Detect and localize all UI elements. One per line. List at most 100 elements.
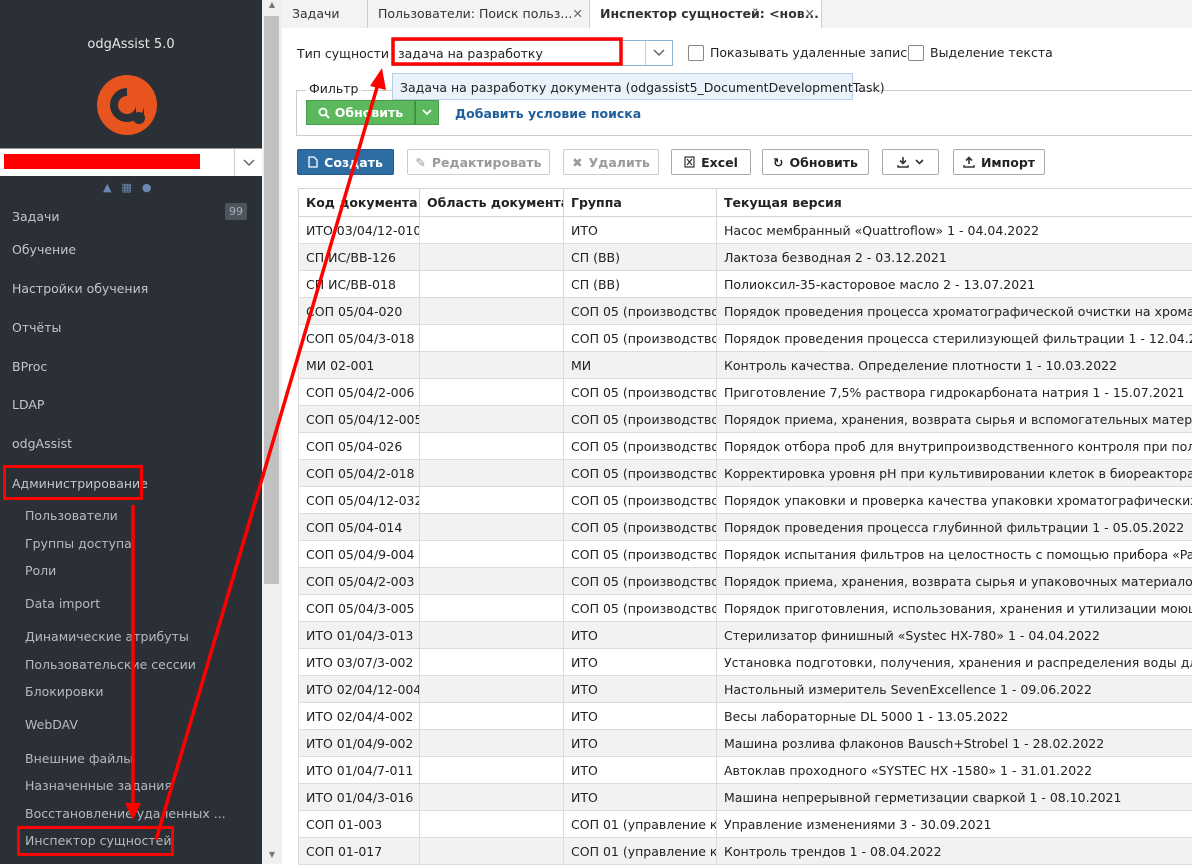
entity-type-label: Тип сущности: [297, 46, 389, 61]
sidebar-subitem-dynamic-attributes[interactable]: Динамические атрибуты: [25, 629, 189, 644]
sidebar-subitem-webdav[interactable]: WebDAV: [25, 717, 78, 732]
tab-entity-inspector[interactable]: Инспектор сущностей: <нов... ✕: [590, 0, 822, 29]
column-header[interactable]: Область документа: [420, 189, 564, 217]
sidebar-subitem-users[interactable]: Пользователи: [25, 508, 118, 523]
table-cell: СОП 05 (производство): [564, 325, 717, 352]
edit-button[interactable]: ✎ Редактировать: [407, 149, 550, 175]
table-row[interactable]: СОП 01-003СОП 01 (управление качУправлен…: [299, 811, 1192, 838]
column-header[interactable]: Код документа: [299, 189, 420, 217]
tab-tasks[interactable]: Задачи: [282, 0, 368, 28]
table-row[interactable]: ИТО 01/04/9-002ИТОМашина розлива флаконо…: [299, 730, 1192, 757]
table-row[interactable]: ИТО 02/04/4-002ИТОВесы лабораторные DL 5…: [299, 703, 1192, 730]
table-row[interactable]: СОП 05/04/2-003СОП 05 (производство)Поря…: [299, 568, 1192, 595]
sidebar-item-reports[interactable]: Отчёты: [12, 320, 61, 335]
import-button[interactable]: Импорт: [953, 149, 1045, 175]
table-row[interactable]: СОП 05/04/12-005СОП 05 (производство)Пор…: [299, 406, 1192, 433]
table-cell: ИТО 01/04/7-011: [299, 757, 420, 784]
warning-icon[interactable]: ▲: [103, 181, 111, 194]
sidebar-subitem-scheduled-tasks[interactable]: Назначенные задания: [25, 778, 172, 793]
table-cell: ИТО: [564, 217, 717, 244]
scroll-down-icon[interactable]: ▼: [262, 850, 282, 864]
user-select[interactable]: [0, 148, 262, 176]
table-cell: СОП 05/04/3-018: [299, 325, 420, 352]
table-cell: Порядок приема, хранения, возврата сырья…: [717, 568, 1192, 595]
table-row[interactable]: ИТО 01/04/7-011ИТОАвтоклав проходного «S…: [299, 757, 1192, 784]
filter-refresh-button[interactable]: Обновить: [306, 100, 415, 125]
scrollbar-thumb[interactable]: [264, 16, 279, 584]
sidebar-subitem-access-groups[interactable]: Группы доступа: [25, 536, 132, 551]
close-icon[interactable]: ✕: [805, 0, 815, 28]
table-cell: Весы лабораторные DL 5000 1 - 13.05.2022: [717, 703, 1192, 730]
table-cell: Автоклав проходного «SYSTEC HX -1580» 1 …: [717, 757, 1192, 784]
table-cell: [420, 595, 564, 622]
sidebar-item-training[interactable]: Обучение: [12, 242, 76, 257]
show-deleted-checkbox[interactable]: [688, 45, 704, 61]
excel-button[interactable]: Excel: [671, 149, 751, 175]
table-row[interactable]: МИ 02-001МИКонтроль качества. Определени…: [299, 352, 1192, 379]
user-icon[interactable]: ●: [142, 181, 152, 194]
table-row[interactable]: СОП 05/04/3-018 СОП 05 (производство)Поря…: [299, 325, 1192, 352]
sidebar-subitem-user-sessions[interactable]: Пользовательские сессии: [25, 657, 196, 672]
table-cell: [420, 460, 564, 487]
table-row[interactable]: СОП 05/04/9-004СОП 05 (производство)Поря…: [299, 541, 1192, 568]
table-row[interactable]: СОП 01-017СОП 01 (управление качКонтроль…: [299, 838, 1192, 865]
sidebar-scrollbar[interactable]: ▲ ▼: [262, 0, 283, 864]
chevron-down-icon: [915, 159, 924, 165]
chevron-down-icon[interactable]: [645, 41, 672, 65]
sidebar-item-tasks[interactable]: Задачи: [12, 209, 60, 224]
close-icon[interactable]: ✕: [573, 0, 583, 28]
sidebar-subitem-roles[interactable]: Роли: [25, 563, 56, 578]
sidebar-item-ldap[interactable]: LDAP: [12, 397, 44, 412]
table-cell: СОП 01-017: [299, 838, 420, 865]
refresh-label: Обновить: [790, 155, 858, 170]
table-row[interactable]: СОП 05/04/12-032СОП 05 (производство)Пор…: [299, 487, 1192, 514]
table-cell: Порядок проведения процесса стерилизующе…: [717, 325, 1192, 352]
sidebar-item-training-settings[interactable]: Настройки обучения: [12, 281, 148, 296]
text-select-checkbox[interactable]: [908, 45, 924, 61]
scroll-up-icon[interactable]: ▲: [262, 0, 282, 14]
sidebar-subitem-data-import[interactable]: Data import: [25, 596, 100, 611]
table-cell: Порядок испытания фильтров на целостност…: [717, 541, 1192, 568]
entity-type-combobox[interactable]: задача на разработку: [393, 40, 673, 66]
table-row[interactable]: СОП 05/04-026СОП 05 (производство)Порядо…: [299, 433, 1192, 460]
grid-icon[interactable]: ▦: [121, 181, 131, 194]
table-row[interactable]: СОП 05/04-020СОП 05 (производство)Порядо…: [299, 298, 1192, 325]
table-row[interactable]: ИТО 02/04/12-004ИТОНастольный измеритель…: [299, 676, 1192, 703]
sidebar-subitem-restore-deleted[interactable]: Восстановление удаленных ...: [25, 806, 226, 821]
text-select-label: Выделение текста: [930, 45, 1053, 60]
table-cell: СОП 05 (производство): [564, 487, 717, 514]
refresh-button[interactable]: ↻ Обновить: [762, 149, 869, 175]
column-header[interactable]: Текущая версия: [717, 189, 1192, 217]
entity-type-value[interactable]: задача на разработку: [398, 46, 543, 61]
add-condition-link[interactable]: Добавить условие поиска: [455, 106, 641, 121]
table-cell: СОП 05 (производство): [564, 541, 717, 568]
table-row[interactable]: СП ИС/ВВ-126СП (ВВ)Лактоза безводная 2 -…: [299, 244, 1192, 271]
delete-button[interactable]: ✖ Удалить: [563, 149, 659, 175]
column-header[interactable]: Группа: [564, 189, 717, 217]
table-row[interactable]: СП ИС/ВВ-018СП (ВВ)Полиоксил-35-касторов…: [299, 271, 1192, 298]
sidebar-item-odgassist[interactable]: odgAssist: [12, 436, 72, 451]
table-row[interactable]: ИТО 01/04/3-016ИТОМашина непрерывной гер…: [299, 784, 1192, 811]
sidebar-subitem-external-files[interactable]: Внешние файлы: [25, 751, 133, 766]
sidebar-subitem-locks[interactable]: Блокировки: [25, 684, 104, 699]
table-cell: ИТО: [564, 784, 717, 811]
table-cell: Стерилизатор финишный «Systec HX-780» 1 …: [717, 622, 1192, 649]
filter-refresh-dropdown[interactable]: [415, 100, 439, 125]
table-cell: Приготовление 7,5% раствора гидрокарбона…: [717, 379, 1192, 406]
table-cell: ИТО 02/04/4-002: [299, 703, 420, 730]
table-row[interactable]: СОП 05/04/2-006СОП 05 (производство)Приг…: [299, 379, 1192, 406]
create-button[interactable]: Создать: [297, 149, 394, 175]
table-cell: ИТО 01/04/9-002: [299, 730, 420, 757]
table-row[interactable]: СОП 05/04/2-018СОП 05 (производство)Корр…: [299, 460, 1192, 487]
table-cell: ИТО: [564, 622, 717, 649]
close-icon: ✖: [572, 155, 582, 170]
table-row[interactable]: ИТО 03/04/12-010ИТОНасос мембранный «Qua…: [299, 217, 1192, 244]
download-dropdown-button[interactable]: [882, 149, 939, 175]
table-row[interactable]: СОП 05/04-014СОП 05 (производство)Порядо…: [299, 514, 1192, 541]
table-row[interactable]: ИТО 03/07/3-002ИТОУстановка подготовки, …: [299, 649, 1192, 676]
sidebar-item-bproc[interactable]: BProc: [12, 359, 47, 374]
entity-type-suggestion[interactable]: Задача на разработку документа (odgassis…: [392, 73, 853, 100]
tab-user-search[interactable]: Пользователи: Поиск польз... ✕: [368, 0, 590, 28]
table-row[interactable]: СОП 05/04/3-005СОП 05 (производство)Поря…: [299, 595, 1192, 622]
table-row[interactable]: ИТО 01/04/3-013ИТОСтерилизатор финишный …: [299, 622, 1192, 649]
